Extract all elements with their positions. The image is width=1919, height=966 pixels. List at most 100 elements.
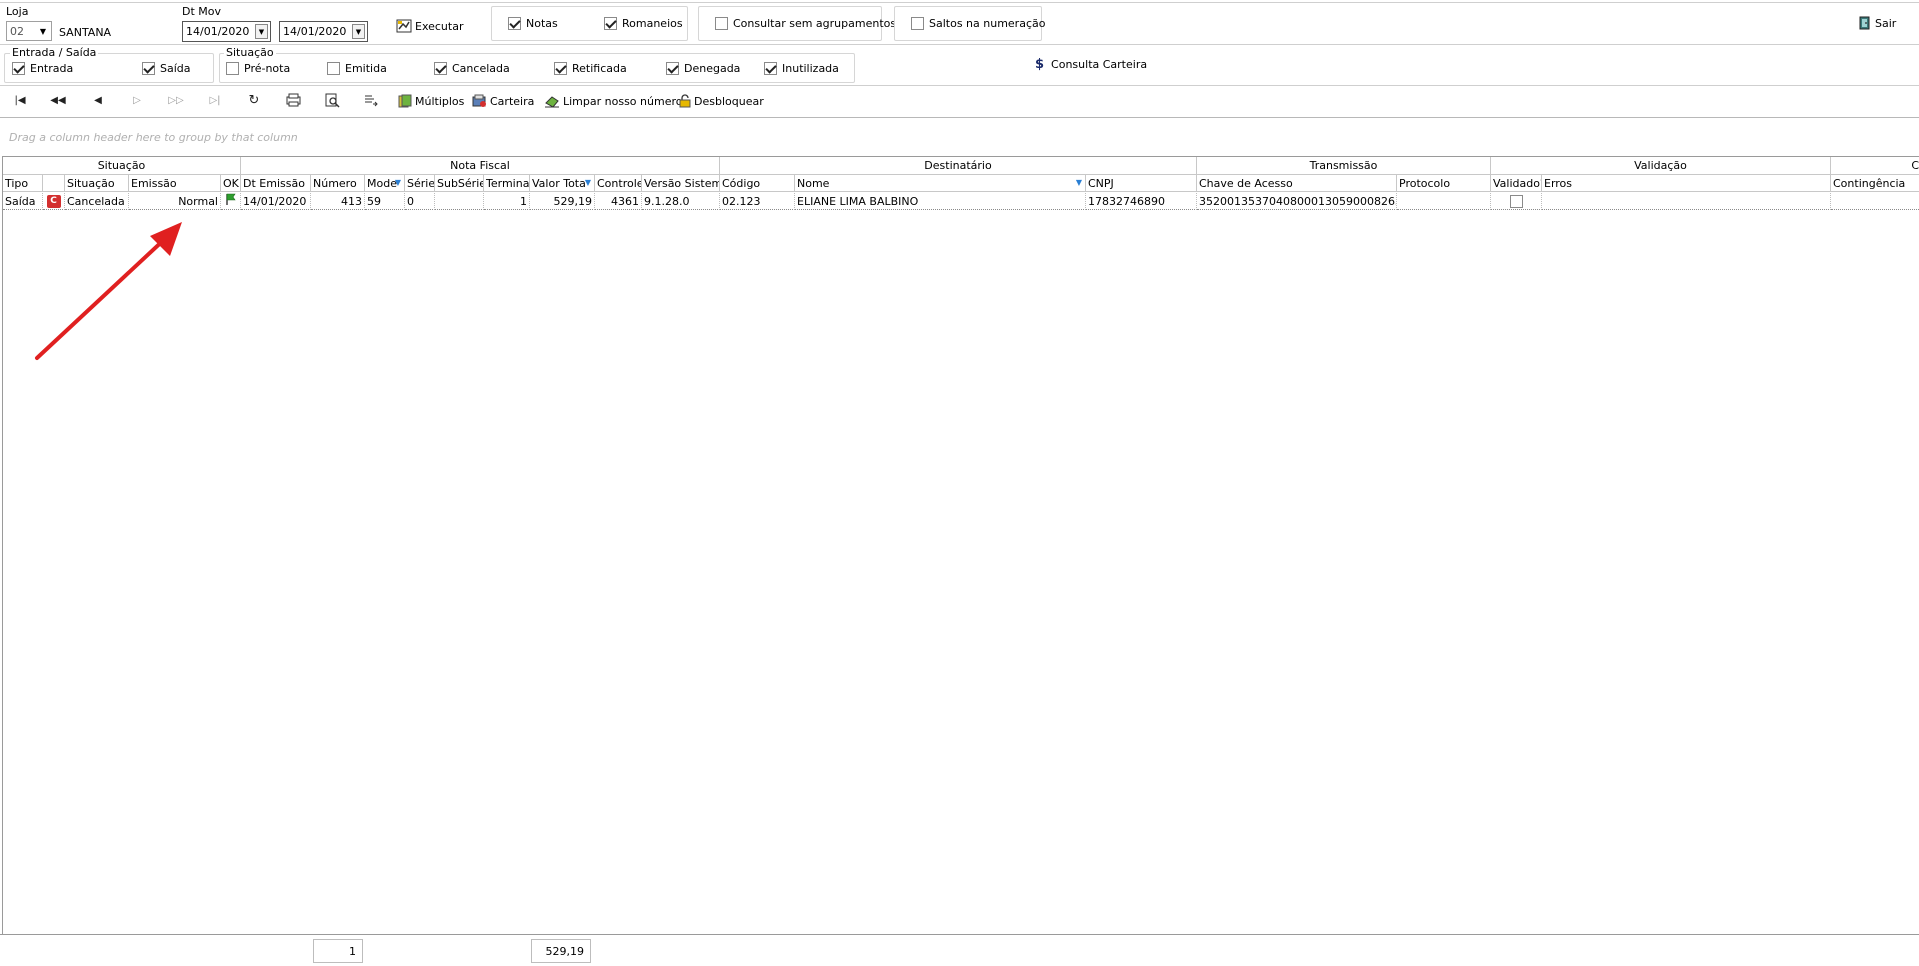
cell-controle[interactable]: 4361 [595, 193, 642, 210]
col-header-serie[interactable]: Série [405, 175, 435, 192]
cell-status-icon[interactable]: C [43, 193, 65, 210]
filter-icon[interactable]: ▼ [585, 178, 591, 187]
col-header-status-icon[interactable] [43, 175, 65, 192]
situacao-item-denegada[interactable]: Denegada [666, 62, 740, 75]
col-header-chave[interactable]: Chave de Acesso [1197, 175, 1397, 192]
preview-icon[interactable] [323, 92, 341, 108]
executar-button[interactable]: Executar [396, 19, 464, 33]
entrada-checkbox[interactable]: Entrada [12, 62, 73, 75]
sair-button[interactable]: Sair [1858, 16, 1896, 30]
retificada-check[interactable] [554, 62, 567, 75]
cell-erros[interactable] [1542, 193, 1831, 210]
loja-select[interactable]: 02 ▼ [6, 21, 52, 41]
col-header-codigo[interactable]: Código [720, 175, 795, 192]
col-header-subserie[interactable]: SubSérie [435, 175, 484, 192]
cell-chave[interactable]: 35200135370408000130590008265790 [1197, 193, 1397, 210]
cell-emissao[interactable]: Normal [129, 193, 221, 210]
col-header-valor-total[interactable]: Valor Tota ▼ [530, 175, 595, 192]
cell-protocolo[interactable] [1397, 193, 1491, 210]
cell-valor-total[interactable]: 529,19 [530, 193, 595, 210]
pre-nota-check[interactable] [226, 62, 239, 75]
col-header-erros[interactable]: Erros [1542, 175, 1831, 192]
col-header-versao[interactable]: Versão Sistema [642, 175, 720, 192]
cell-ok[interactable] [221, 193, 241, 210]
cell-validado[interactable] [1491, 193, 1542, 210]
cell-cnpj[interactable]: 17832746890 [1086, 193, 1197, 210]
situacao-item-inutilizada[interactable]: Inutilizada [764, 62, 839, 75]
cancelada-check[interactable] [434, 62, 447, 75]
saida-checkbox[interactable]: Saída [142, 62, 191, 75]
col-header-controle[interactable]: Controle [595, 175, 642, 192]
col-header-protocolo[interactable]: Protocolo [1397, 175, 1491, 192]
sem-agrupamentos-checkbox[interactable]: Consultar sem agrupamentos [715, 17, 896, 30]
col-header-dt-emissao[interactable]: Dt Emissão [241, 175, 311, 192]
cell-versao[interactable]: 9.1.28.0 [642, 193, 720, 210]
consulta-carteira-button[interactable]: $ Consulta Carteira [1035, 57, 1147, 72]
next-page-icon[interactable]: ▷▷ [167, 92, 185, 108]
col-header-ok[interactable]: OK [221, 175, 241, 192]
multiplos-button[interactable]: Múltiplos [398, 94, 464, 108]
situacao-item-pre-nota[interactable]: Pré-nota [226, 62, 290, 75]
col-header-terminal[interactable]: Terminal [484, 175, 530, 192]
next-record-icon[interactable]: ▷ [128, 92, 146, 108]
cell-codigo[interactable]: 02.123 [720, 193, 795, 210]
cell-contingencia[interactable] [1831, 193, 1919, 210]
col-header-nome[interactable]: Nome ▼ [795, 175, 1086, 192]
saltos-checkbox[interactable]: Saltos na numeração [911, 17, 1045, 30]
entrada-check[interactable] [12, 62, 25, 75]
col-header-tipo[interactable]: Tipo [3, 175, 43, 192]
eraser-icon [544, 94, 560, 108]
col-header-situacao[interactable]: Situação [65, 175, 129, 192]
filter-icon[interactable]: ▼ [1076, 178, 1082, 187]
cell-numero[interactable]: 413 [311, 193, 365, 210]
chevron-down-icon[interactable]: ▼ [255, 24, 268, 39]
cell-nome[interactable]: ELIANE LIMA BALBINO [795, 193, 1086, 210]
col-header-numero[interactable]: Número [311, 175, 365, 192]
last-record-icon[interactable]: ▷| [206, 92, 224, 108]
print-setup-icon[interactable] [284, 92, 302, 108]
notas-check[interactable] [508, 17, 521, 30]
chevron-down-icon[interactable]: ▼ [352, 24, 365, 39]
cell-dt-emissao[interactable]: 14/01/2020 [241, 193, 311, 210]
limpar-nosso-numero-button[interactable]: Limpar nosso número [544, 94, 682, 108]
desbloquear-button[interactable]: Desbloquear [679, 94, 764, 108]
saltos-check[interactable] [911, 17, 924, 30]
emitida-check[interactable] [327, 62, 340, 75]
cell-serie[interactable]: 0 [405, 193, 435, 210]
export-icon[interactable] [361, 92, 379, 108]
romaneios-check[interactable] [604, 17, 617, 30]
notas-checkbox[interactable]: Notas [508, 17, 558, 30]
col-header-emissao[interactable]: Emissão [129, 175, 221, 192]
cell-tipo[interactable]: Saída [3, 193, 43, 210]
cell-situacao[interactable]: Cancelada [65, 193, 129, 210]
prev-record-icon[interactable]: ◀ [89, 92, 107, 108]
filter-icon[interactable]: ▼ [395, 178, 401, 187]
inutilizada-check[interactable] [764, 62, 777, 75]
date-to-field[interactable]: 14/01/2020 ▼ [279, 21, 368, 42]
cell-modelo[interactable]: 59 [365, 193, 405, 210]
band-situacao: Situação [3, 157, 241, 175]
sem-agrupamentos-check[interactable] [715, 17, 728, 30]
first-record-icon[interactable]: |◀ [11, 92, 29, 108]
date-from-field[interactable]: 14/01/2020 ▼ [182, 21, 271, 42]
group-by-panel[interactable]: Drag a column header here to group by th… [2, 119, 1919, 154]
saida-check[interactable] [142, 62, 155, 75]
entrada-label: Entrada [30, 62, 74, 75]
situacao-item-cancelada[interactable]: Cancelada [434, 62, 510, 75]
situacao-item-emitida[interactable]: Emitida [327, 62, 387, 75]
situacao-item-retificada[interactable]: Retificada [554, 62, 627, 75]
validado-check[interactable] [1509, 194, 1523, 208]
romaneios-checkbox[interactable]: Romaneios [604, 17, 683, 30]
col-header-validado[interactable]: Validado? [1491, 175, 1542, 192]
carteira-button[interactable]: Carteira [472, 94, 534, 108]
prev-page-icon[interactable]: ◀◀ [49, 92, 67, 108]
denegada-check[interactable] [666, 62, 679, 75]
cell-terminal[interactable]: 1 [484, 193, 530, 210]
cell-subserie[interactable] [435, 193, 484, 210]
col-header-modelo[interactable]: Mode ▼ [365, 175, 405, 192]
col-header-contingencia[interactable]: Contingência [1831, 175, 1919, 192]
refresh-icon[interactable]: ↻ [245, 92, 263, 108]
exit-door-icon [1858, 16, 1872, 30]
col-header-cnpj[interactable]: CNPJ [1086, 175, 1197, 192]
sair-label: Sair [1875, 16, 1897, 30]
